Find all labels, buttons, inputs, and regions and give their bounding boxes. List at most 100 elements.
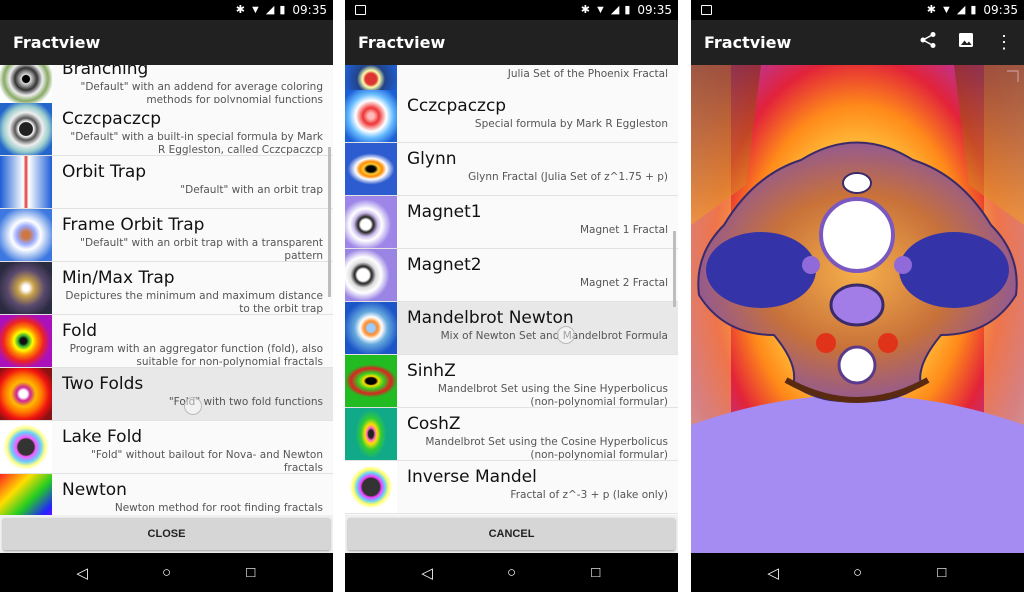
app-title: Fractview bbox=[704, 33, 792, 52]
item-description: Julia Set of the Phoenix Fractal bbox=[507, 68, 668, 80]
item-name: Branching bbox=[62, 65, 149, 79]
wifi-icon: ▼ bbox=[940, 4, 952, 16]
list-item[interactable]: Newton Newton method for root finding fr… bbox=[0, 474, 333, 515]
item-description: Magnet 2 Fractal bbox=[579, 277, 668, 289]
item-name: Mandelbrot Newton bbox=[407, 308, 574, 328]
list-item[interactable]: Glynn Glynn Fractal (Julia Set of z^1.75… bbox=[345, 143, 678, 196]
touch-indicator bbox=[557, 326, 575, 344]
item-description: Program with an aggregator function (fol… bbox=[69, 343, 323, 368]
image-icon[interactable] bbox=[954, 31, 978, 54]
list-item[interactable]: Julia Set of the Phoenix Fractal bbox=[345, 65, 678, 93]
fractal-thumbnail bbox=[345, 355, 397, 407]
back-icon[interactable]: ◁ bbox=[412, 564, 442, 582]
status-bar: ✱ ▼ ◢ ▮ 09:35 bbox=[345, 0, 678, 20]
item-name: Cczcpaczcp bbox=[62, 109, 162, 129]
fractal-thumbnail bbox=[0, 103, 52, 155]
fractal-thumbnail bbox=[345, 408, 397, 460]
item-name: Fold bbox=[62, 321, 98, 341]
home-icon[interactable]: ○ bbox=[496, 564, 526, 581]
battery-icon: ▮ bbox=[279, 4, 286, 16]
fractal-thumbnail bbox=[0, 209, 52, 261]
app-bar: Fractview bbox=[0, 20, 333, 65]
item-description: "Default" with a built-in special formul… bbox=[70, 131, 323, 156]
list-item[interactable]: SinhZ Mandelbrot Set using the Sine Hype… bbox=[345, 355, 678, 408]
list-item[interactable]: Orbit Trap "Default" with an orbit trap bbox=[0, 156, 333, 209]
fractal-thumbnail bbox=[345, 196, 397, 248]
item-description: Fractal of z^-3 + p (lake only) bbox=[510, 489, 668, 501]
image-notification-icon bbox=[701, 5, 712, 15]
bluetooth-icon: ✱ bbox=[926, 4, 936, 16]
item-description: Special formula by Mark R Eggleston bbox=[474, 118, 668, 130]
status-time: 09:35 bbox=[292, 3, 327, 17]
item-description: "Default" with an orbit trap bbox=[180, 184, 323, 196]
app-title: Fractview bbox=[13, 33, 101, 52]
list-item[interactable]: Frame Orbit Trap "Default" with an orbit… bbox=[0, 209, 333, 262]
item-name: Two Folds bbox=[62, 374, 144, 394]
item-description: Newton method for root finding fractals bbox=[114, 502, 323, 514]
touch-indicator bbox=[184, 397, 202, 415]
list-item[interactable]: Cczcpaczcp "Default" with a built-in spe… bbox=[0, 103, 333, 156]
recents-icon[interactable]: □ bbox=[927, 564, 957, 581]
fractal-thumbnail bbox=[345, 90, 397, 142]
list-item[interactable]: Branching "Default" with an addend for a… bbox=[0, 65, 333, 106]
list-item[interactable]: Fold Program with an aggregator function… bbox=[0, 315, 333, 368]
item-name: Magnet2 bbox=[407, 255, 482, 275]
scrollbar[interactable] bbox=[328, 147, 331, 297]
back-icon[interactable]: ◁ bbox=[67, 564, 97, 582]
scrollbar[interactable] bbox=[673, 231, 676, 307]
more-vert-icon[interactable]: ⋮ bbox=[992, 32, 1016, 53]
formula-list[interactable]: Julia Set of the Phoenix Fractal Cczcpac… bbox=[345, 65, 678, 515]
status-bar: ✱ ▼ ◢ ▮ 09:35 bbox=[691, 0, 1024, 20]
preset-list[interactable]: Branching "Default" with an addend for a… bbox=[0, 65, 333, 515]
item-name: Inverse Mandel bbox=[407, 467, 537, 487]
recents-icon[interactable]: □ bbox=[236, 564, 266, 581]
item-description: Mix of Newton Set and Mandelbrot Formula bbox=[440, 330, 668, 342]
share-icon[interactable] bbox=[916, 31, 940, 54]
fractal-thumbnail bbox=[0, 156, 52, 208]
list-item[interactable]: Cczcpaczcp Special formula by Mark R Egg… bbox=[345, 90, 678, 143]
home-icon[interactable]: ○ bbox=[842, 564, 872, 581]
list-item[interactable]: Min/Max Trap Depictures the minimum and … bbox=[0, 262, 333, 315]
button-bar: CANCEL bbox=[345, 515, 678, 553]
fractal-thumbnail bbox=[345, 461, 397, 513]
item-description: Mandelbrot Set using the Sine Hyperbolic… bbox=[437, 383, 668, 408]
item-description: "Default" with an orbit trap with a tran… bbox=[80, 237, 323, 262]
cancel-button[interactable]: CANCEL bbox=[348, 518, 675, 550]
signal-icon: ◢ bbox=[610, 4, 620, 16]
fractal-image bbox=[691, 65, 1024, 553]
back-icon[interactable]: ◁ bbox=[758, 564, 788, 582]
item-name: Newton bbox=[62, 480, 127, 500]
list-item[interactable]: Inverse Mandel Fractal of z^-3 + p (lake… bbox=[345, 461, 678, 514]
signal-icon: ◢ bbox=[956, 4, 966, 16]
fractal-canvas[interactable] bbox=[691, 65, 1024, 553]
status-time: 09:35 bbox=[637, 3, 672, 17]
item-name: CoshZ bbox=[407, 414, 461, 434]
fractview-screen-presets: ✱ ▼ ◢ ▮ 09:35 Fractview Branching "Defau… bbox=[0, 0, 333, 592]
wifi-icon: ▼ bbox=[249, 4, 261, 16]
item-name: Glynn bbox=[407, 149, 457, 169]
list-item[interactable]: CoshZ Mandelbrot Set using the Cosine Hy… bbox=[345, 408, 678, 461]
fractal-thumbnail bbox=[0, 65, 52, 105]
fractview-screen-render: ✱ ▼ ◢ ▮ 09:35 Fractview ⋮ ◁ ○ □ bbox=[691, 0, 1024, 592]
list-item[interactable]: Mandelbrot Newton Mix of Newton Set and … bbox=[345, 302, 678, 355]
list-item[interactable]: Two Folds "Fold" with two fold functions bbox=[0, 368, 333, 421]
status-bar: ✱ ▼ ◢ ▮ 09:35 bbox=[0, 0, 333, 20]
fractal-thumbnail bbox=[345, 249, 397, 301]
item-name: Lake Fold bbox=[62, 427, 143, 447]
fractal-thumbnail bbox=[0, 262, 52, 314]
app-bar-actions: ⋮ bbox=[916, 20, 1016, 65]
list-item[interactable]: Lake Fold "Fold" without bailout for Nov… bbox=[0, 421, 333, 474]
bluetooth-icon: ✱ bbox=[580, 4, 590, 16]
signal-icon: ◢ bbox=[265, 4, 275, 16]
app-bar: Fractview ⋮ bbox=[691, 20, 1024, 65]
list-item[interactable]: Magnet1 Magnet 1 Fractal bbox=[345, 196, 678, 249]
navigation-bar: ◁ ○ □ bbox=[345, 553, 678, 592]
home-icon[interactable]: ○ bbox=[151, 564, 181, 581]
navigation-bar: ◁ ○ □ bbox=[691, 553, 1024, 592]
item-name: Cczcpaczcp bbox=[407, 96, 507, 116]
recents-icon[interactable]: □ bbox=[581, 564, 611, 581]
item-name: Frame Orbit Trap bbox=[62, 215, 205, 235]
button-bar: CLOSE bbox=[0, 515, 333, 553]
close-button[interactable]: CLOSE bbox=[3, 518, 330, 550]
list-item[interactable]: Magnet2 Magnet 2 Fractal bbox=[345, 249, 678, 302]
